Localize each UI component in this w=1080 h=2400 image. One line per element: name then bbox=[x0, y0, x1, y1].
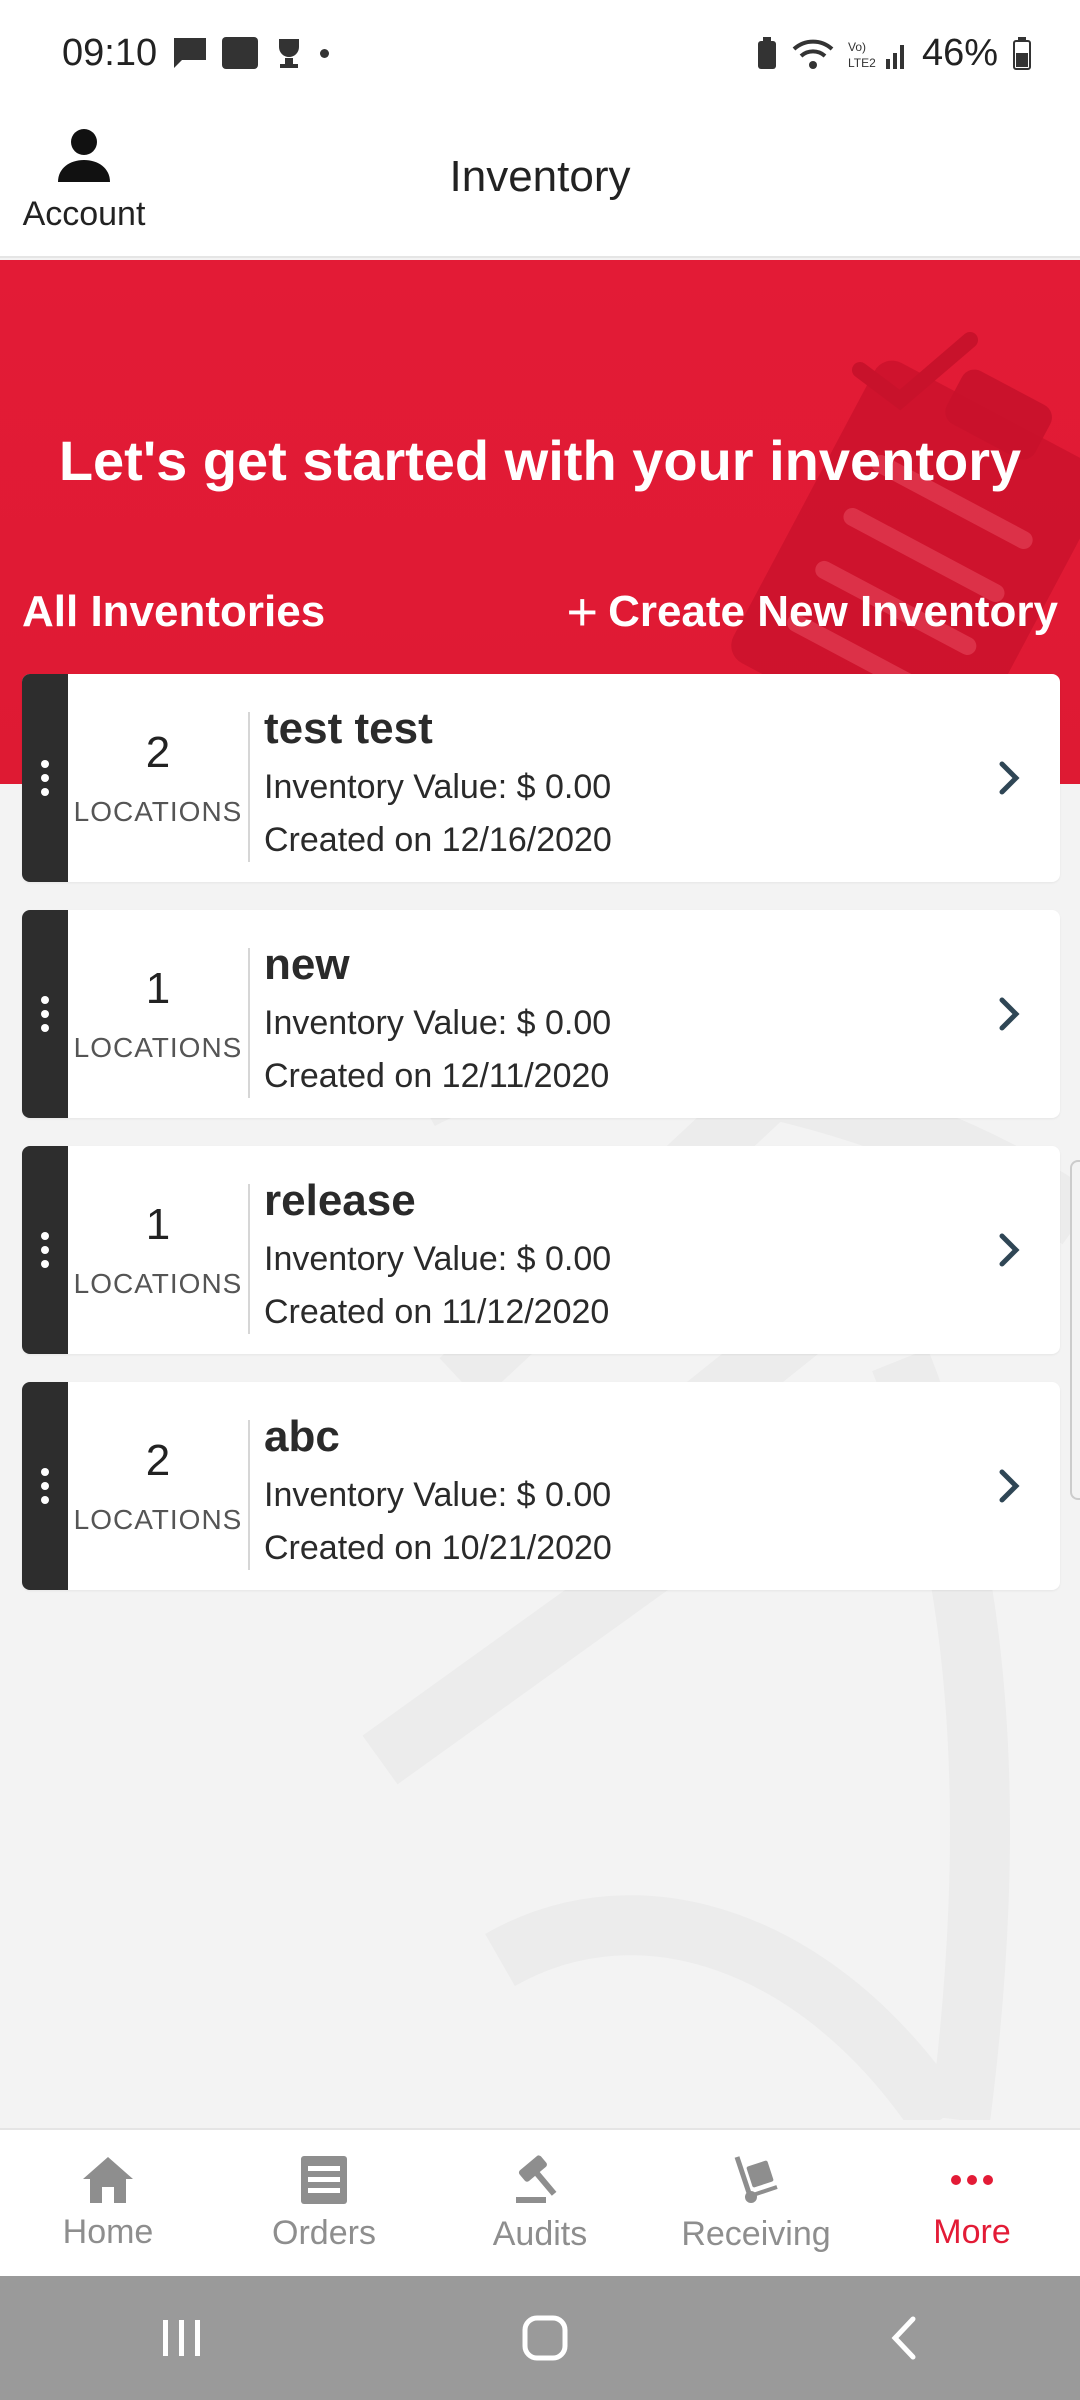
battery-icon bbox=[1013, 36, 1031, 70]
inventory-card[interactable]: 2 LOCATIONS abc Inventory Value: $ 0.00 … bbox=[22, 1382, 1060, 1590]
inventory-card[interactable]: 2 LOCATIONS test test Inventory Value: $… bbox=[22, 674, 1060, 882]
gavel-icon bbox=[516, 2154, 557, 2203]
nav-orders-label: Orders bbox=[272, 2213, 376, 2252]
svg-text:LTE2: LTE2 bbox=[848, 56, 876, 70]
nav-receiving[interactable]: Receiving bbox=[648, 2130, 864, 2276]
locations-label: LOCATIONS bbox=[73, 1268, 243, 1299]
nav-home-label: Home bbox=[62, 2212, 154, 2251]
inventory-card[interactable]: 1 LOCATIONS new Inventory Value: $ 0.00 … bbox=[22, 910, 1060, 1118]
inventory-list: 2 LOCATIONS test test Inventory Value: $… bbox=[22, 674, 1060, 1618]
locations-count: 1 bbox=[145, 964, 171, 1013]
back-icon[interactable] bbox=[883, 2313, 923, 2363]
locations-summary: 2 LOCATIONS bbox=[68, 1382, 248, 1590]
locations-count: 2 bbox=[145, 728, 171, 777]
inventory-created-date: Created on 12/11/2020 bbox=[264, 1057, 610, 1095]
home-icon bbox=[83, 2156, 133, 2203]
message-icon bbox=[174, 38, 206, 68]
locations-count: 1 bbox=[145, 1200, 171, 1249]
inventory-created-date: Created on 11/12/2020 bbox=[264, 1293, 610, 1331]
drag-handle-icon[interactable] bbox=[22, 1146, 68, 1354]
drag-handle-icon[interactable] bbox=[22, 674, 68, 882]
locations-count: 2 bbox=[145, 1436, 171, 1485]
inventory-info: abc Inventory Value: $ 0.00 Created on 1… bbox=[250, 1382, 960, 1590]
app-header: Account Inventory bbox=[0, 110, 1080, 258]
nav-more[interactable]: More bbox=[864, 2130, 1080, 2276]
inventory-value: Inventory Value: $ 0.00 bbox=[264, 768, 612, 806]
inventory-value: Inventory Value: $ 0.00 bbox=[264, 1240, 612, 1278]
status-time: 09:10 bbox=[62, 32, 158, 74]
notification-icons bbox=[172, 36, 329, 70]
drag-handle-icon[interactable] bbox=[22, 1382, 68, 1590]
orders-icon bbox=[301, 2155, 347, 2204]
battery-saver-icon bbox=[757, 36, 776, 69]
signal-icon: Vo) LTE2 bbox=[848, 40, 904, 70]
locations-label: LOCATIONS bbox=[73, 1032, 243, 1063]
inventory-info: test test Inventory Value: $ 0.00 Create… bbox=[250, 674, 960, 882]
home-button-icon[interactable] bbox=[520, 2313, 570, 2363]
inventory-value: Inventory Value: $ 0.00 bbox=[264, 1476, 612, 1514]
chevron-right-icon[interactable] bbox=[960, 1146, 1060, 1354]
chevron-right-icon[interactable] bbox=[960, 910, 1060, 1118]
create-new-inventory-button[interactable]: + Create New Inventory bbox=[567, 585, 1058, 639]
inventory-created-date: Created on 10/21/2020 bbox=[264, 1529, 612, 1567]
nav-home[interactable]: Home bbox=[0, 2130, 216, 2276]
chevron-right-icon[interactable] bbox=[960, 1382, 1060, 1590]
all-inventories-label: All Inventories bbox=[22, 587, 326, 636]
battery-percent: 46% bbox=[921, 32, 998, 74]
more-dots-icon bbox=[951, 2174, 993, 2185]
bottom-navigation: Home Orders Audits Receiving More bbox=[0, 2128, 1080, 2276]
trophy-icon bbox=[279, 39, 299, 68]
inventory-info: release Inventory Value: $ 0.00 Created … bbox=[250, 1146, 960, 1354]
svg-text:Vo): Vo) bbox=[848, 40, 866, 54]
inventory-name: new bbox=[264, 940, 350, 989]
nav-more-label: More bbox=[933, 2212, 1011, 2251]
inventory-value: Inventory Value: $ 0.00 bbox=[264, 1004, 612, 1042]
inventory-name: test test bbox=[264, 704, 433, 753]
locations-label: LOCATIONS bbox=[73, 1504, 243, 1535]
inventory-created-date: Created on 12/16/2020 bbox=[264, 821, 612, 859]
inventory-card[interactable]: 1 LOCATIONS release Inventory Value: $ 0… bbox=[22, 1146, 1060, 1354]
inventory-name: abc bbox=[264, 1412, 340, 1461]
media-icon bbox=[222, 37, 258, 69]
inventory-actions-row: All Inventories + Create New Inventory bbox=[22, 585, 1058, 639]
nav-receiving-label: Receiving bbox=[681, 2214, 831, 2253]
nav-orders[interactable]: Orders bbox=[216, 2130, 432, 2276]
hero-headline: Let's get started with your inventory bbox=[58, 429, 1022, 492]
system-status-icons: Vo) LTE2 46% bbox=[756, 32, 1032, 75]
locations-label: LOCATIONS bbox=[73, 796, 243, 827]
nav-audits-label: Audits bbox=[492, 2214, 588, 2253]
chevron-right-icon[interactable] bbox=[960, 674, 1060, 882]
plus-icon: + bbox=[566, 582, 599, 642]
scrollbar[interactable] bbox=[1070, 1160, 1080, 1500]
system-navigation-bar bbox=[0, 2276, 1080, 2400]
locations-summary: 2 LOCATIONS bbox=[68, 674, 248, 882]
nav-audits[interactable]: Audits bbox=[432, 2130, 648, 2276]
more-notifications-dot bbox=[320, 48, 329, 58]
drag-handle-icon[interactable] bbox=[22, 910, 68, 1118]
inventory-name: release bbox=[264, 1176, 416, 1225]
recent-apps-icon[interactable] bbox=[157, 2316, 207, 2360]
wifi-icon bbox=[792, 39, 834, 69]
create-new-inventory-label: Create New Inventory bbox=[608, 587, 1058, 636]
locations-summary: 1 LOCATIONS bbox=[68, 910, 248, 1118]
hand-truck-icon bbox=[734, 2155, 778, 2203]
page-title: Inventory bbox=[449, 152, 631, 201]
locations-summary: 1 LOCATIONS bbox=[68, 1146, 248, 1354]
inventory-info: new Inventory Value: $ 0.00 Created on 1… bbox=[250, 910, 960, 1118]
status-bar: 09:10 Vo) LTE2 46% bbox=[0, 0, 1080, 110]
